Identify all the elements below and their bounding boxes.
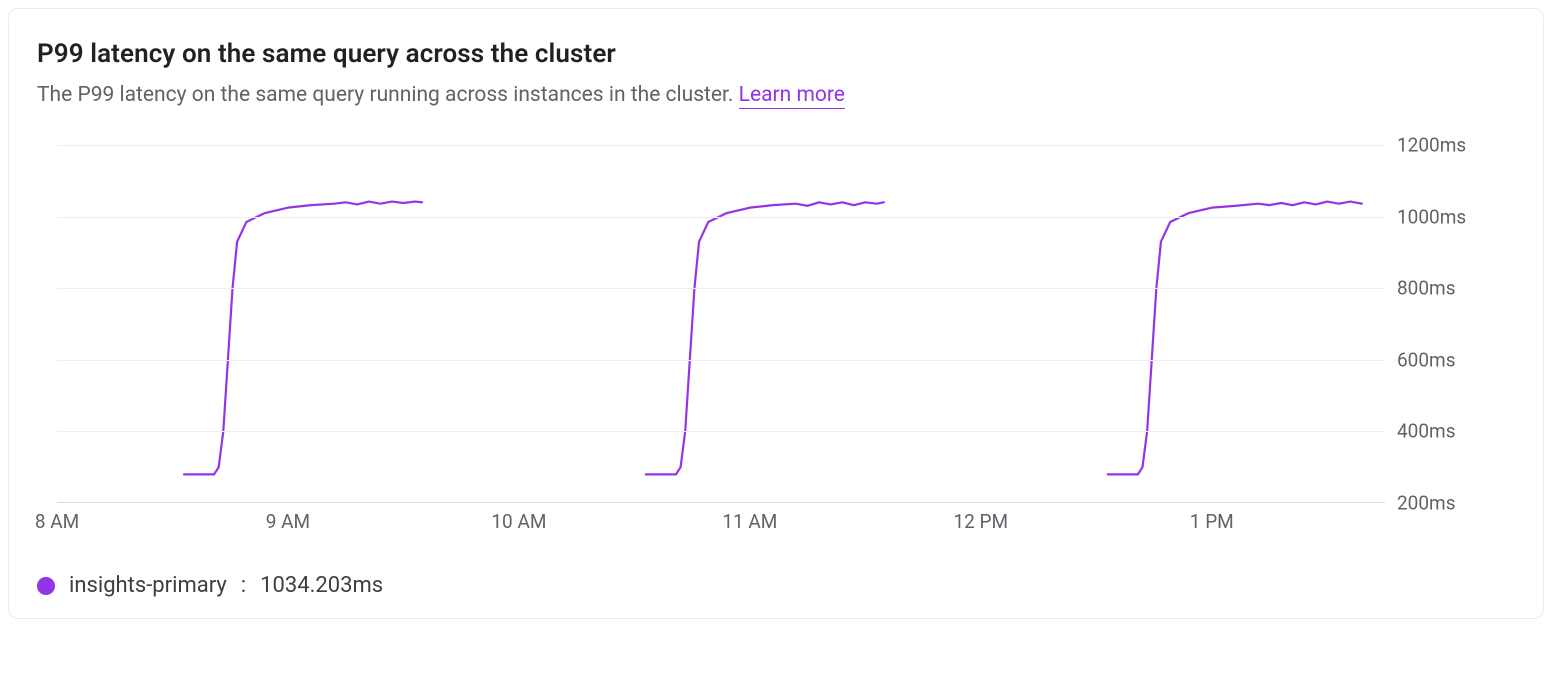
chart-legend: insights-primary: 1034.203ms [37,573,1515,598]
learn-more-link[interactable]: Learn more [739,83,845,109]
y-axis-tick: 800ms [1397,277,1507,300]
series-line [184,202,422,475]
legend-color-swatch [37,577,55,595]
legend-separator: : [241,573,246,598]
x-axis-tick: 11 AM [722,510,777,533]
y-axis-tick: 1000ms [1397,205,1507,228]
plot-area [57,145,1385,503]
y-axis-tick: 200ms [1397,492,1507,515]
x-axis-tick: 12 PM [953,510,1008,533]
legend-series-name: insights-primary [69,573,227,598]
series-line [1108,202,1362,475]
x-axis-tick: 8 AM [35,510,79,533]
x-axis-tick: 1 PM [1190,510,1234,533]
y-axis-tick: 1200ms [1397,134,1507,157]
chart-subtitle: The P99 latency on the same query runnin… [37,83,1515,107]
chart-svg [57,145,1385,503]
y-axis-tick: 400ms [1397,420,1507,443]
chart-title: P99 latency on the same query across the… [37,39,1515,69]
chart-subtitle-text: The P99 latency on the same query runnin… [37,83,739,107]
latency-chart-card: P99 latency on the same query across the… [8,8,1544,619]
chart-area[interactable]: 200ms 400ms 600ms 800ms 1000ms 1200ms 8 AM 9 AM… [37,135,1515,555]
x-axis-tick: 9 AM [266,510,310,533]
series-line [646,202,884,474]
y-axis-tick: 600ms [1397,348,1507,371]
legend-series-value: 1034.203ms [260,573,383,598]
x-axis-tick: 10 AM [491,510,546,533]
